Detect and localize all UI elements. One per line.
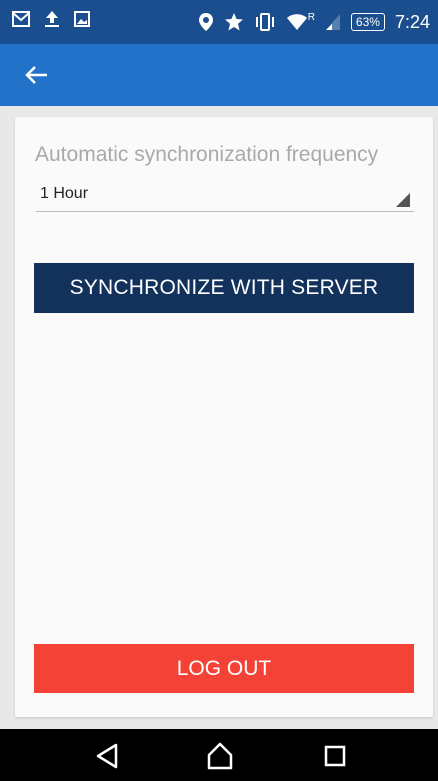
mail-icon [12,11,30,27]
star-icon [224,13,243,31]
synchronize-button[interactable]: SYNCHRONIZE WITH SERVER [34,263,414,313]
roaming-indicator: R [307,11,315,23]
back-arrow-icon[interactable] [22,60,52,90]
battery-indicator: 63% [350,13,385,31]
back-triangle-icon[interactable] [92,741,122,771]
status-bar: R 63% 7:24 [0,0,438,44]
status-time: 7:24 [394,11,430,32]
notification-icons [12,10,90,28]
upload-icon [45,11,59,27]
system-icons: R 63% 7:24 [198,8,430,36]
home-icon[interactable] [205,741,235,771]
frequency-label: Automatic synchronization frequency [35,143,379,166]
vibrate-icon [255,13,274,31]
logout-button[interactable]: LOG OUT [34,644,414,693]
location-icon [198,13,213,31]
image-icon [74,11,90,27]
frequency-dropdown[interactable]: 1 Hour [36,181,414,212]
wifi-icon [286,14,307,30]
dropdown-arrow-icon [396,193,410,207]
settings-card: Automatic synchronization frequency 1 Ho… [15,117,433,717]
recents-icon[interactable] [320,741,350,771]
frequency-value: 1 Hour [40,185,89,202]
app-bar [0,44,438,106]
signal-icon [325,14,340,30]
navigation-bar [0,729,438,781]
